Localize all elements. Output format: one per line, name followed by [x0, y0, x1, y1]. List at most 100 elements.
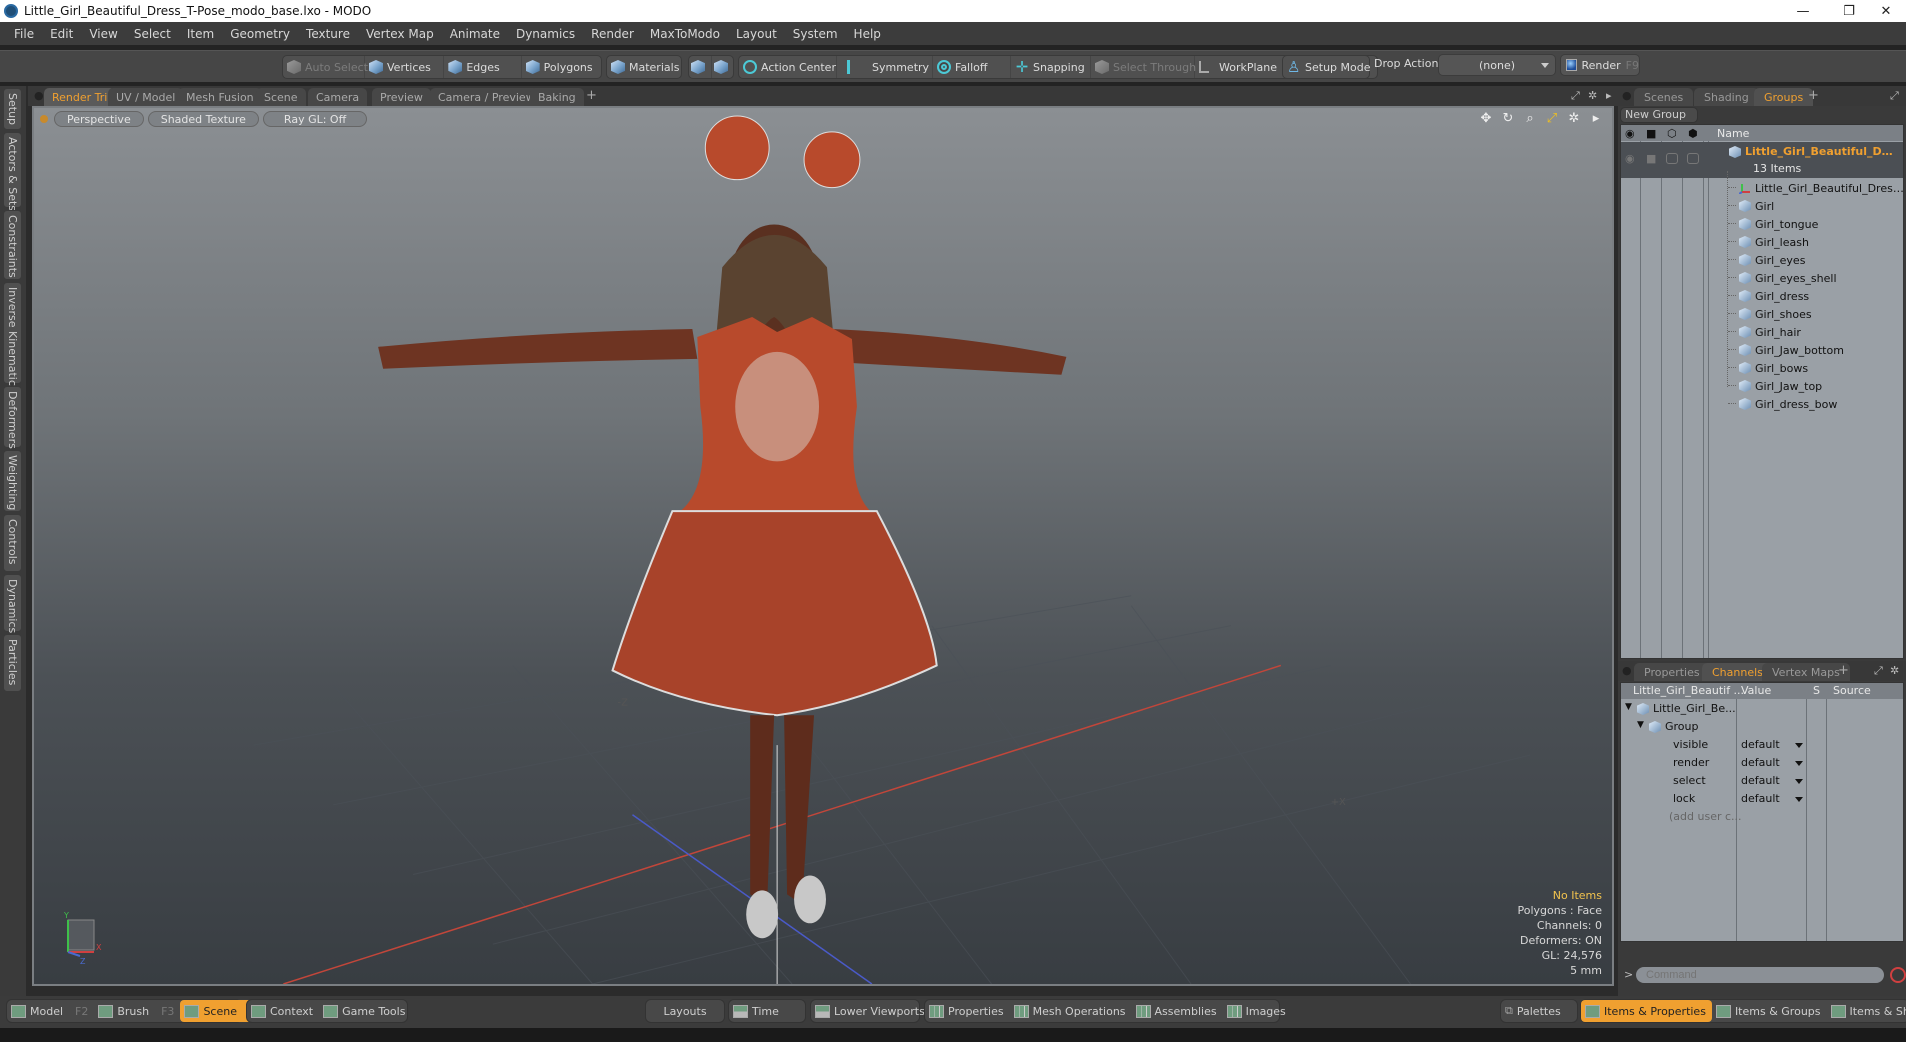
- game-tools-button[interactable]: Game Tools: [319, 1000, 411, 1022]
- select-through-button[interactable]: Select Through: [1091, 56, 1196, 78]
- images-button[interactable]: Images: [1223, 1000, 1292, 1022]
- tab-menu-dot-icon[interactable]: ●: [1622, 664, 1632, 677]
- menu-texture[interactable]: Texture: [298, 27, 358, 41]
- value-column-header[interactable]: Value: [1741, 684, 1771, 697]
- menu-file[interactable]: File: [6, 27, 42, 41]
- viewport-gear-icon[interactable]: ✲: [1566, 111, 1582, 126]
- tab-deformers[interactable]: Deformers: [3, 386, 22, 449]
- time-button[interactable]: Time: [728, 999, 806, 1023]
- name-column-header[interactable]: Name: [1717, 127, 1749, 140]
- add-tab-button[interactable]: +: [1838, 663, 1849, 678]
- command-input[interactable]: [1636, 967, 1884, 983]
- vertices-button[interactable]: Vertices: [365, 56, 445, 78]
- tab-properties[interactable]: Properties: [1634, 663, 1710, 681]
- group-item-row[interactable]: Girl_shoes: [1621, 305, 1903, 323]
- chevron-down-icon[interactable]: [1795, 743, 1803, 748]
- group-row[interactable]: ◉ ■ Little_Girl_Beautiful_Dre ... 13 Ite…: [1621, 142, 1903, 178]
- falloff-button[interactable]: Falloff: [933, 56, 1011, 78]
- viewport-options-dot[interactable]: [40, 115, 48, 123]
- tab-shading[interactable]: Shading: [1694, 88, 1759, 106]
- add-tab-button[interactable]: +: [586, 88, 597, 103]
- shading-mode-button[interactable]: Shaded Texture: [147, 111, 259, 127]
- select-toggle[interactable]: [1666, 153, 1678, 164]
- channel-row[interactable]: render default: [1621, 754, 1903, 772]
- select-column-icon[interactable]: ⬡: [1667, 127, 1677, 140]
- add-user-channel-row[interactable]: (add user c...: [1621, 808, 1903, 826]
- expand-icon[interactable]: ▼: [1637, 720, 1644, 730]
- assemblies-button[interactable]: Assemblies: [1132, 1000, 1223, 1022]
- group-item-row[interactable]: Little_Girl_Beautiful_Dress_...: [1621, 179, 1905, 197]
- tab-camera[interactable]: Camera: [308, 88, 368, 106]
- item-column-header[interactable]: Little_Girl_Beautif ...: [1633, 684, 1744, 697]
- snapping-button[interactable]: ✛ Snapping: [1011, 56, 1091, 78]
- channel-value[interactable]: default: [1741, 756, 1780, 769]
- tab-inverse-kinematics[interactable]: Inverse Kinematics: [3, 282, 22, 392]
- chevron-down-icon[interactable]: [1795, 779, 1803, 784]
- tab-vertex-maps[interactable]: Vertex Maps: [1762, 663, 1850, 681]
- menu-vertex-map[interactable]: Vertex Map: [358, 27, 442, 41]
- 3d-viewport[interactable]: -Z +X Perspective Shaded Texture Ray GL:…: [32, 106, 1614, 986]
- element-move-button[interactable]: [689, 56, 712, 78]
- tab-weighting[interactable]: Weighting: [3, 450, 22, 512]
- menu-animate[interactable]: Animate: [442, 27, 508, 41]
- edges-button[interactable]: Edges: [444, 56, 522, 78]
- tab-baking[interactable]: Baking: [530, 88, 584, 106]
- palettes-button[interactable]: ⧉ Palettes: [1500, 999, 1578, 1023]
- new-group-button[interactable]: New Group: [1620, 107, 1698, 123]
- rotate-icon[interactable]: ↻: [1500, 111, 1516, 126]
- setup-mode-button[interactable]: ♙ Setup Mode: [1283, 56, 1378, 78]
- group-item-row[interactable]: Girl_hair: [1621, 323, 1903, 341]
- tab-mesh-fusion[interactable]: Mesh Fusion: [178, 88, 262, 106]
- group-item-row[interactable]: Girl: [1621, 197, 1903, 215]
- close-button[interactable]: ✕: [1866, 0, 1906, 22]
- visibility-toggle-icon[interactable]: ◉: [1625, 152, 1635, 165]
- group-item-row[interactable]: Girl_Jaw_top: [1621, 377, 1903, 395]
- menu-dynamics[interactable]: Dynamics: [508, 27, 583, 41]
- lower-viewports-button[interactable]: Lower Viewports: [810, 999, 925, 1023]
- group-item-row[interactable]: Girl_dress_bow: [1621, 395, 1903, 413]
- context-button[interactable]: Context: [247, 1000, 319, 1022]
- maximize-icon[interactable]: ⤢: [1890, 89, 1899, 103]
- tab-groups[interactable]: Groups: [1754, 88, 1814, 106]
- items-shading-button[interactable]: Items & Shading: [1827, 1000, 1906, 1022]
- items-groups-button[interactable]: Items & Groups: [1712, 1000, 1827, 1022]
- render-button[interactable]: Render F9: [1560, 54, 1640, 76]
- symmetry-button[interactable]: Symmetry: [837, 56, 933, 78]
- menu-maxtomodo[interactable]: MaxToModo: [642, 27, 728, 41]
- auto-select-button[interactable]: Auto Select: [283, 56, 368, 78]
- lock-column-icon[interactable]: ⬢: [1688, 127, 1698, 140]
- group-item-row[interactable]: Girl_Jaw_bottom: [1621, 341, 1903, 359]
- chevron-right-icon[interactable]: ▸: [1606, 89, 1612, 102]
- channel-root-row[interactable]: ▼ Little_Girl_Be...: [1621, 700, 1903, 718]
- materials-button[interactable]: Materials: [607, 56, 687, 78]
- maximize-icon[interactable]: ⤢: [1874, 664, 1883, 678]
- pan-icon[interactable]: ✥: [1478, 111, 1494, 126]
- zoom-icon[interactable]: ⌕: [1522, 111, 1538, 126]
- channel-group-row[interactable]: ▼ Group: [1621, 718, 1903, 736]
- channel-value[interactable]: default: [1741, 774, 1780, 787]
- menu-system[interactable]: System: [785, 27, 846, 41]
- polygons-button[interactable]: Polygons: [522, 56, 601, 78]
- tab-setup[interactable]: Setup: [3, 88, 22, 130]
- tab-preview[interactable]: Preview: [372, 88, 431, 106]
- channel-value[interactable]: default: [1741, 738, 1780, 751]
- viewport-more-icon[interactable]: ▸: [1588, 111, 1604, 126]
- add-tab-button[interactable]: +: [1808, 88, 1819, 103]
- channel-row[interactable]: visible default: [1621, 736, 1903, 754]
- mode-brush-button[interactable]: Brush F3: [94, 1000, 180, 1022]
- group-item-row[interactable]: Girl_eyes: [1621, 251, 1903, 269]
- tab-menu-dot-icon[interactable]: ●: [1622, 89, 1632, 102]
- menu-view[interactable]: View: [81, 27, 125, 41]
- channel-row[interactable]: lock default: [1621, 790, 1903, 808]
- tab-scenes[interactable]: Scenes: [1634, 88, 1694, 106]
- channel-value[interactable]: default: [1741, 792, 1780, 805]
- tab-actors-sets[interactable]: Actors & Sets: [3, 132, 22, 211]
- properties-panel-button[interactable]: Properties: [925, 1000, 1010, 1022]
- menu-select[interactable]: Select: [126, 27, 179, 41]
- group-item-row[interactable]: Girl_dress: [1621, 287, 1903, 305]
- tab-render-tri[interactable]: Render Tri: [44, 88, 116, 106]
- render-toggle-icon[interactable]: ■: [1646, 152, 1656, 165]
- transform-button[interactable]: [712, 56, 734, 78]
- channel-row[interactable]: select default: [1621, 772, 1903, 790]
- tab-uv-model[interactable]: UV / Model: [108, 88, 184, 106]
